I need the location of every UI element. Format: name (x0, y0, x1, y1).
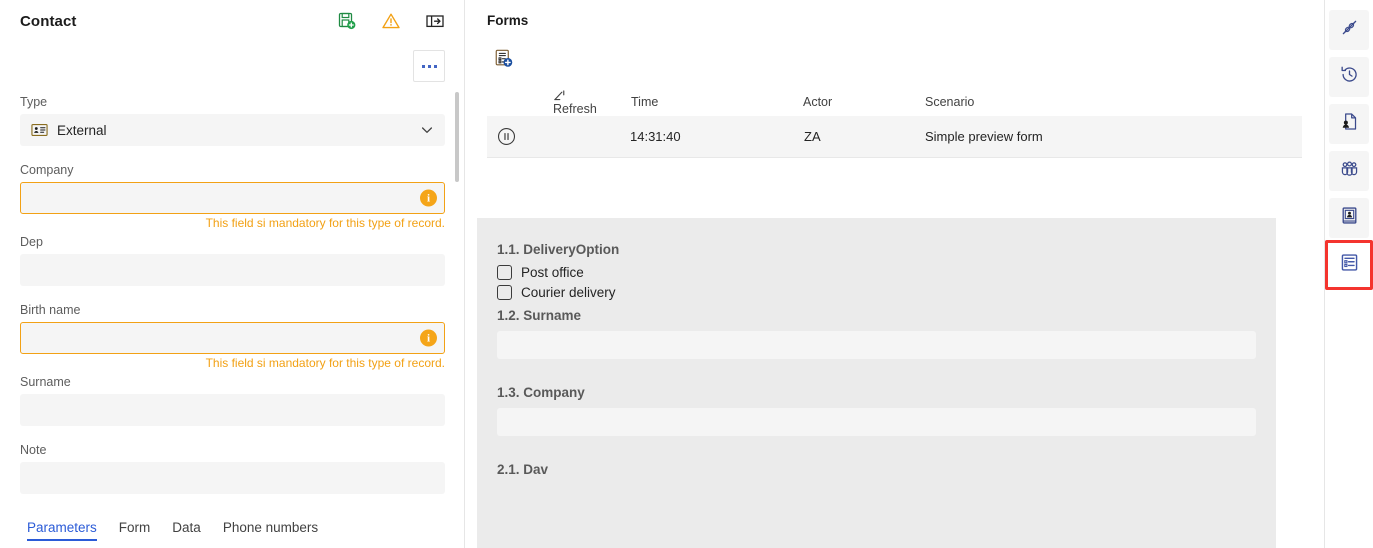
contact-panel-scrollbar[interactable] (455, 92, 459, 182)
page-title: Contact (20, 12, 77, 30)
table-row[interactable]: 14:31:40 ZA Simple preview form (487, 116, 1302, 158)
checkbox-post-office[interactable]: Post office (497, 265, 1256, 280)
field-type: Type External (20, 94, 445, 146)
field-dep: Dep (20, 234, 445, 286)
forms-grid: Refresh Time Actor Scenario 14:31:40 ZA … (487, 88, 1302, 158)
refresh-icon (553, 89, 566, 102)
application-root: Contact Type External Company i This fie… (0, 0, 1373, 548)
preview-label-company: 1.3. Company (497, 385, 585, 400)
column-header-refresh-label: Refresh (553, 102, 597, 117)
preview-group-delivery-option: 1.1. DeliveryOption Post office Courier … (497, 242, 1256, 300)
form-preview-region: 1.1. DeliveryOption Post office Courier … (477, 218, 1276, 548)
sidebar-item-forms[interactable] (1325, 240, 1373, 290)
row-actor-cell: ZA (804, 129, 821, 144)
more-dot (433, 64, 437, 68)
company-validation-message: This field si mandatory for this type of… (205, 216, 445, 230)
contact-panel: Contact Type External Company i This fie… (0, 0, 465, 548)
column-header-actor[interactable]: Actor (801, 95, 917, 109)
forms-panel-title: Forms (487, 13, 529, 28)
more-options-button[interactable] (413, 50, 445, 82)
preview-label-day-partial: 2.1. Dav (497, 462, 549, 477)
field-label-type: Type (20, 95, 48, 109)
company-input[interactable]: i (20, 182, 445, 214)
expand-panel-icon[interactable] (425, 11, 445, 31)
group-people-icon (1339, 158, 1360, 184)
preview-input-company[interactable] (497, 408, 1256, 436)
checkbox-box-icon (497, 285, 512, 300)
checkbox-box-icon (497, 265, 512, 280)
contact-panel-header: Contact (0, 0, 465, 42)
warning-icon[interactable] (381, 11, 401, 31)
forms-list-icon (1339, 252, 1360, 278)
preview-group-surname: 1.2. Surname (497, 308, 1256, 359)
more-actions-row (0, 42, 465, 82)
surname-input[interactable] (20, 394, 445, 426)
checkbox-courier-delivery-label: Courier delivery (521, 285, 616, 300)
preview-label-delivery-option: 1.1. DeliveryOption (497, 242, 620, 257)
pause-circle-icon[interactable] (497, 127, 516, 146)
contact-tabs: Parameters Form Data Phone numbers (0, 498, 465, 541)
sidebar-item-history[interactable] (1329, 57, 1369, 97)
contact-card-icon (1339, 205, 1360, 231)
field-label-birth-name: Birth name (20, 303, 81, 317)
field-birth-name: Birth name i This field si mandatory for… (20, 302, 445, 370)
history-icon (1339, 64, 1360, 90)
note-input[interactable] (20, 462, 445, 494)
column-header-time[interactable]: Time (605, 95, 801, 109)
sidebar-item-contact-card[interactable] (1329, 198, 1369, 238)
field-surname: Surname (20, 374, 445, 426)
chevron-down-icon[interactable] (420, 123, 434, 137)
column-header-refresh[interactable]: Refresh (553, 88, 605, 116)
column-header-scenario[interactable]: Scenario (917, 95, 1302, 109)
info-badge-icon[interactable]: i (420, 189, 437, 207)
tab-data[interactable]: Data (172, 520, 201, 541)
forms-toolbar (465, 28, 1324, 72)
contact-header-actions (337, 11, 445, 31)
preview-input-surname[interactable] (497, 331, 1256, 359)
preview-group-company: 1.3. Company (497, 385, 1256, 436)
row-status-cell (497, 127, 553, 146)
save-and-close-icon[interactable] (337, 11, 357, 31)
row-scenario-cell: Simple preview form (925, 129, 1043, 144)
tab-form[interactable]: Form (119, 520, 151, 541)
forms-panel: Forms Refresh Time Actor Scenario 14:31:… (465, 0, 1324, 548)
birth-name-validation-message: This field si mandatory for this type of… (205, 356, 445, 370)
sidebar-item-connector[interactable] (1329, 10, 1369, 50)
id-card-icon (31, 123, 48, 137)
more-dot (427, 64, 431, 68)
birth-name-input[interactable]: i (20, 322, 445, 354)
type-combobox[interactable]: External (20, 114, 445, 146)
tab-parameters[interactable]: Parameters (27, 520, 97, 541)
tab-phone-numbers[interactable]: Phone numbers (223, 520, 318, 541)
field-note: Note (20, 442, 445, 494)
contact-form-fields: Type External Company i This field si ma… (0, 82, 465, 494)
more-dot (421, 64, 425, 68)
checkbox-post-office-label: Post office (521, 265, 584, 280)
type-value: External (57, 122, 107, 138)
field-label-company: Company (20, 163, 74, 177)
document-person-icon (1339, 111, 1360, 137)
sidebar-item-document-person[interactable] (1329, 104, 1369, 144)
field-company: Company i This field si mandatory for th… (20, 162, 445, 230)
field-label-surname: Surname (20, 375, 71, 389)
field-label-note: Note (20, 443, 47, 457)
forms-grid-header: Refresh Time Actor Scenario (487, 88, 1302, 116)
connector-icon (1339, 17, 1360, 43)
dep-input[interactable] (20, 254, 445, 286)
info-badge-icon[interactable]: i (420, 329, 437, 347)
right-sidebar (1324, 0, 1373, 548)
preview-label-surname: 1.2. Surname (497, 308, 582, 323)
checkbox-courier-delivery[interactable]: Courier delivery (497, 285, 1256, 300)
field-label-dep: Dep (20, 235, 43, 249)
row-time-cell: 14:31:40 (630, 129, 681, 144)
sidebar-item-group-people[interactable] (1329, 151, 1369, 191)
new-form-icon[interactable] (488, 44, 518, 72)
